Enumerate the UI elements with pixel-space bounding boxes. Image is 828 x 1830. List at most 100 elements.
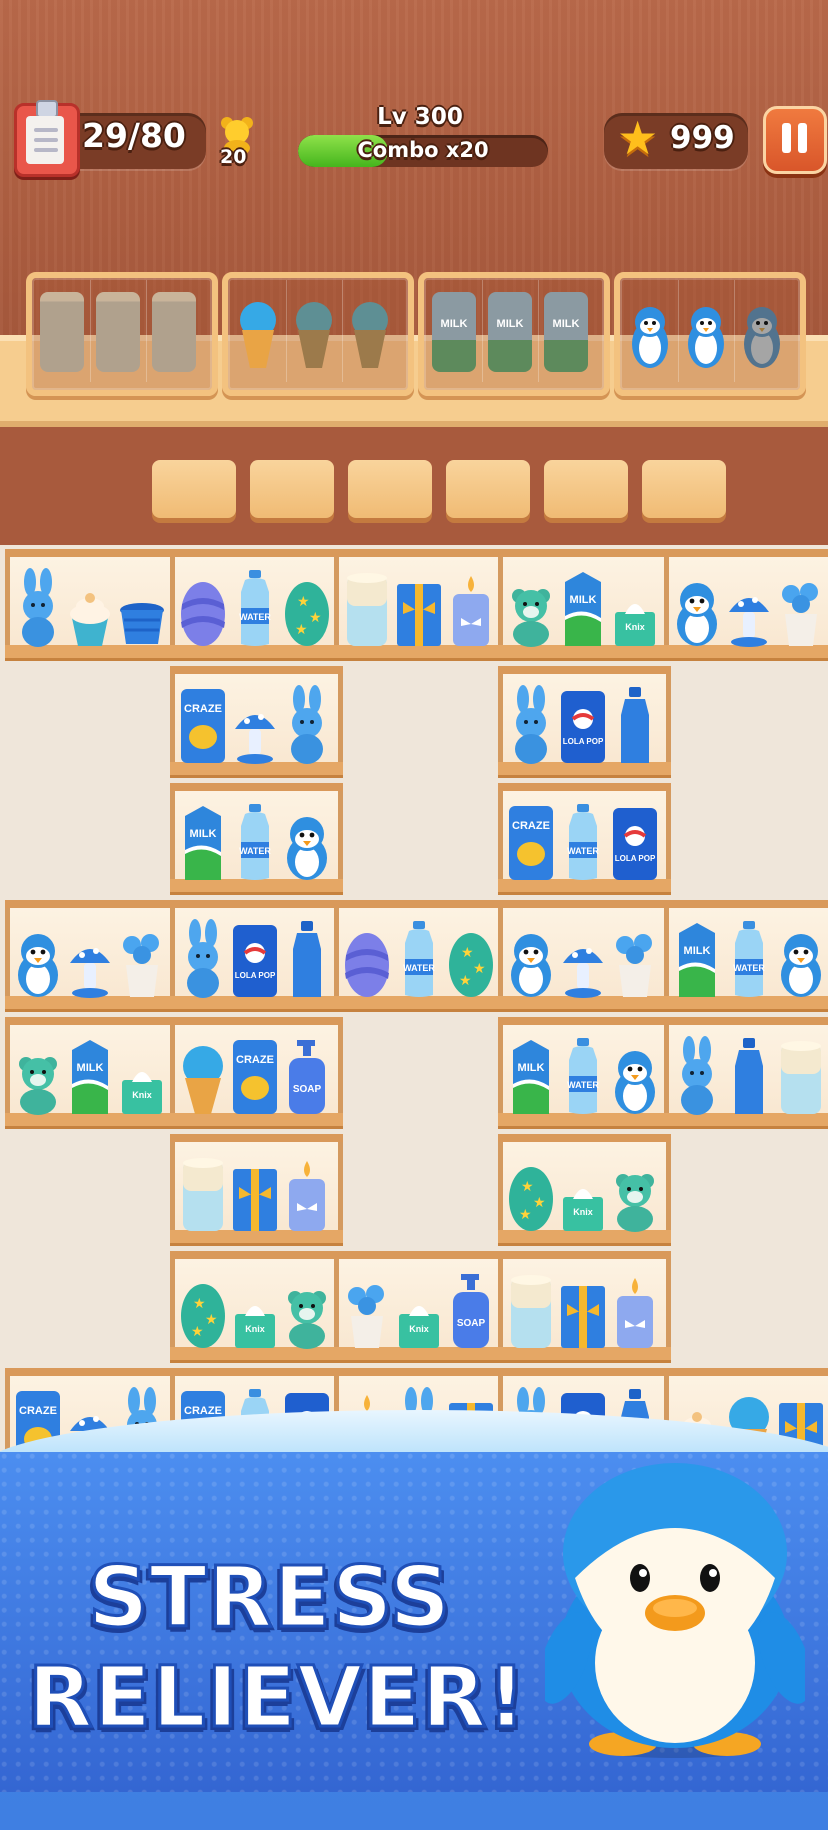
shelf-cell[interactable] (5, 549, 178, 661)
shelf-cell[interactable] (498, 900, 671, 1012)
teddy-bear-icon[interactable] (507, 568, 555, 648)
soap-bottle-icon[interactable]: SOAP (283, 1036, 331, 1116)
tissue-box-icon[interactable]: Knix (395, 1270, 443, 1350)
rose-pot-icon[interactable] (343, 1270, 391, 1350)
shelf-cell[interactable]: WATER ★ ★ ★ (170, 549, 343, 661)
shelf-cell[interactable]: LOLA POP (170, 900, 343, 1012)
pending-slot[interactable] (250, 460, 334, 518)
mushroom-icon[interactable] (559, 919, 607, 999)
shelf-cell[interactable] (5, 900, 178, 1012)
penguin-icon[interactable] (673, 568, 721, 648)
rose-pot-icon[interactable] (118, 919, 166, 999)
mushroom-icon[interactable] (66, 919, 114, 999)
star-egg-icon[interactable]: ★ ★ ★ (507, 1153, 555, 1233)
toilet-paper-icon[interactable] (179, 1153, 227, 1233)
bunny-icon[interactable] (14, 568, 62, 648)
bunny-icon[interactable] (507, 685, 555, 765)
shelf-cell[interactable]: MILK WATER (498, 1017, 671, 1129)
water-bottle-icon[interactable]: WATER (725, 919, 773, 999)
penguin-icon[interactable] (14, 919, 62, 999)
shelf-cell[interactable] (334, 549, 507, 661)
shelf-cell[interactable] (170, 1134, 343, 1246)
bunny-icon[interactable] (673, 1036, 721, 1116)
gift-box-icon[interactable] (395, 568, 443, 648)
gift-box-icon[interactable] (559, 1270, 607, 1350)
shelf-cell[interactable]: ★ ★ ★ Knix (498, 1134, 671, 1246)
milk-carton-icon[interactable]: MILK (559, 568, 607, 648)
milk-carton-icon[interactable]: MILK (673, 919, 721, 999)
shelf-cell[interactable]: CRAZEWATERLOLA POP (498, 783, 671, 895)
lola-pop-can-icon[interactable]: LOLA POP (611, 802, 659, 882)
water-bottle-icon[interactable]: WATER (559, 802, 607, 882)
water-bottle-icon[interactable]: WATER (231, 802, 279, 882)
blue-soda-bottle-icon[interactable] (611, 685, 659, 765)
tissue-box-icon[interactable]: Knix (611, 568, 659, 648)
shelf-cell[interactable]: ★ ★ ★ Knix (170, 1251, 343, 1363)
teddy-bear-icon[interactable] (611, 1153, 659, 1233)
clipboard-icon[interactable] (14, 100, 80, 177)
shelf-cell[interactable] (664, 1017, 828, 1129)
teddy-bear-icon[interactable] (14, 1036, 62, 1116)
craze-can-icon[interactable]: CRAZE (507, 802, 555, 882)
rose-pot-icon[interactable] (777, 568, 825, 648)
rose-pot-icon[interactable] (611, 919, 659, 999)
ice-cream-icon[interactable] (179, 1036, 227, 1116)
blue-basket-icon[interactable] (118, 568, 166, 648)
gift-box-icon[interactable] (231, 1153, 279, 1233)
craze-can-icon[interactable]: CRAZE (231, 1036, 279, 1116)
shelf-cell[interactable]: MILK WATER (664, 900, 828, 1012)
shelf-cell[interactable]: LOLA POP (498, 666, 671, 778)
shelf-cell[interactable]: CRAZE SOAP (170, 1017, 343, 1129)
lola-pop-can-icon[interactable]: LOLA POP (231, 919, 279, 999)
shelf-cell[interactable]: CRAZE (170, 666, 343, 778)
pending-slot[interactable] (152, 460, 236, 518)
pause-button[interactable] (763, 106, 827, 174)
mushroom-icon[interactable] (725, 568, 773, 648)
tissue-box-icon[interactable]: Knix (559, 1153, 607, 1233)
craze-can-icon[interactable]: CRAZE (179, 685, 227, 765)
pending-slot[interactable] (642, 460, 726, 518)
milk-carton-icon[interactable]: MILK (66, 1036, 114, 1116)
milk-carton-icon[interactable]: MILK (507, 1036, 555, 1116)
water-bottle-icon[interactable]: WATER (395, 919, 443, 999)
penguin-icon[interactable] (283, 802, 331, 882)
striped-egg-icon[interactable] (343, 919, 391, 999)
candle-icon[interactable] (611, 1270, 659, 1350)
blue-soda-bottle-icon[interactable] (283, 919, 331, 999)
tissue-box-icon[interactable]: Knix (118, 1036, 166, 1116)
shelf-cell[interactable]: MILK Knix (5, 1017, 178, 1129)
candle-icon[interactable] (447, 568, 495, 648)
toilet-paper-icon[interactable] (777, 1036, 825, 1116)
shelf-cell[interactable] (498, 1251, 671, 1363)
water-bottle-icon[interactable]: WATER (231, 568, 279, 648)
tissue-box-icon[interactable]: Knix (231, 1270, 279, 1350)
star-egg-icon[interactable]: ★ ★ ★ (447, 919, 495, 999)
milk-carton-icon[interactable]: MILK (179, 802, 227, 882)
shelf-cell[interactable]: MILK Knix (498, 549, 671, 661)
bunny-icon[interactable] (179, 919, 227, 999)
penguin-icon[interactable] (777, 919, 825, 999)
water-bottle-icon[interactable]: WATER (559, 1036, 607, 1116)
pending-slot[interactable] (446, 460, 530, 518)
lola-pop-can-icon[interactable]: LOLA POP (559, 685, 607, 765)
pending-slot[interactable] (544, 460, 628, 518)
mushroom-icon[interactable] (231, 685, 279, 765)
star-egg-icon[interactable]: ★ ★ ★ (179, 1270, 227, 1350)
teddy-bear-icon[interactable] (283, 1270, 331, 1350)
blue-soda-bottle-icon[interactable] (725, 1036, 773, 1116)
penguin-icon[interactable] (507, 919, 555, 999)
shelf-cell[interactable]: MILK WATER (170, 783, 343, 895)
star-egg-icon[interactable]: ★ ★ ★ (283, 568, 331, 648)
penguin-icon[interactable] (611, 1036, 659, 1116)
pending-slot[interactable] (348, 460, 432, 518)
shelf-cell[interactable]: WATER ★ ★ ★ (334, 900, 507, 1012)
bunny-icon[interactable] (283, 685, 331, 765)
toilet-paper-icon[interactable] (507, 1270, 555, 1350)
candle-icon[interactable] (283, 1153, 331, 1233)
shelf-cell[interactable]: Knix SOAP (334, 1251, 507, 1363)
soap-bottle-icon[interactable]: SOAP (447, 1270, 495, 1350)
toilet-paper-icon[interactable] (343, 568, 391, 648)
cupcake-icon[interactable] (66, 568, 114, 648)
striped-egg-icon[interactable] (179, 568, 227, 648)
shelf-cell[interactable] (664, 549, 828, 661)
